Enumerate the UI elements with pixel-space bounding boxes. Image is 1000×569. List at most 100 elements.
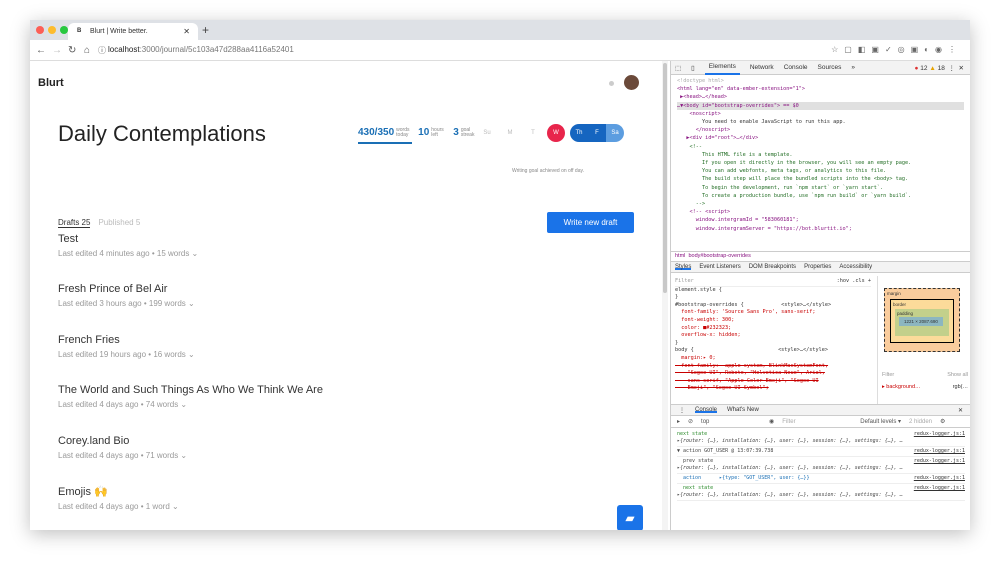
log-entry[interactable]: redux-logger.js:1 next state ▸{router: {……	[677, 484, 965, 501]
levels-dropdown[interactable]: Default levels ▾	[860, 418, 901, 425]
dom-node-line[interactable]: ▶<head>…</head>	[677, 93, 964, 101]
tab-sources[interactable]: Sources	[818, 64, 842, 71]
log-source-link[interactable]: redux-logger.js:1	[914, 485, 965, 492]
draft-title[interactable]: Corey.land Bio	[58, 435, 187, 447]
crumb-body[interactable]: body#bootstrap-overrides	[688, 253, 750, 259]
draft-item[interactable]: Fresh Prince of Bel Air Last edited 3 hou…	[58, 283, 195, 308]
dom-node-line[interactable]: </noscript>	[677, 126, 964, 134]
eye-icon[interactable]: ◉	[769, 418, 774, 425]
more-tabs[interactable]: »	[851, 64, 855, 71]
log-entry[interactable]: redux-logger.js:1 action ▸{type: "GOT_US…	[677, 474, 965, 484]
dom-node-line[interactable]: window.intergramServer = "https://bot.bl…	[677, 225, 964, 233]
close-tab-icon[interactable]: ✕	[183, 27, 190, 36]
url-input[interactable]: localhost:3000/journal/5c103a47d288aa411…	[108, 45, 294, 54]
avatar[interactable]	[624, 75, 639, 90]
style-rule-line[interactable]: }	[675, 294, 871, 302]
dom-node-line[interactable]: <!doctype html>	[677, 77, 964, 85]
log-object[interactable]: ▸{router: {…}, installation: {…}, user: …	[677, 492, 965, 499]
tab-published[interactable]: Published 5	[98, 218, 140, 228]
draft-title[interactable]: Emojis 🙌	[58, 485, 179, 498]
elements-tree[interactable]: <!doctype html> <html lang="en" data-embe…	[671, 75, 970, 251]
dom-node-line[interactable]: <!-- <script>	[677, 208, 964, 216]
tab-drafts[interactable]: Drafts 25	[58, 218, 91, 228]
drawer-menu-icon[interactable]: ⋮	[679, 407, 685, 414]
log-source-link[interactable]: redux-logger.js:1	[914, 475, 965, 482]
tab-event-listeners[interactable]: Event Listeners	[699, 264, 740, 270]
minimize-window-button[interactable]	[48, 26, 56, 34]
tab-console[interactable]: Console	[784, 64, 808, 71]
reload-icon[interactable]: ↻	[68, 45, 76, 56]
style-rule-line[interactable]: margin:▸ 0;	[675, 355, 871, 363]
style-rule-line[interactable]: overflow-x: hidden;	[675, 332, 871, 340]
show-all-checkbox[interactable]: Show all	[947, 372, 968, 378]
log-entry[interactable]: redux-logger.js:1 prev state ▸{router: {……	[677, 457, 965, 474]
dom-node-line[interactable]: <!--	[677, 143, 964, 151]
style-rule-line[interactable]: #bootstrap-overrides { <style>…</style>	[675, 302, 871, 310]
dom-node-line[interactable]: …▼<body id="bootstrap-overrides"> == $0	[677, 101, 964, 110]
style-rule-line[interactable]: body { <style>…</style>	[675, 347, 871, 355]
tab-styles[interactable]: Styles	[675, 264, 692, 270]
crumb-html[interactable]: html	[675, 253, 685, 259]
draft-item[interactable]: French Fries Last edited 19 hours ago • 1…	[58, 334, 195, 359]
dom-node-line[interactable]: To create a production bundle, use `npm …	[677, 192, 964, 200]
dom-node-line[interactable]: If you open it directly in the browser, …	[677, 159, 964, 167]
tab-accessibility[interactable]: Accessibility	[839, 264, 872, 270]
draft-title[interactable]: Test	[58, 233, 198, 245]
sidebar-toggle-icon[interactable]: ▸	[677, 418, 680, 425]
draft-item[interactable]: The World and Such Things As Who We Thin…	[58, 384, 323, 409]
context-select[interactable]: top	[701, 419, 761, 425]
console-log[interactable]: redux-logger.js:1 next state ▸{router: {…}…	[671, 428, 970, 503]
page-scrollbar[interactable]	[662, 61, 668, 530]
close-window-button[interactable]	[36, 26, 44, 34]
tab-network[interactable]: Network	[750, 64, 774, 71]
console-filter-input[interactable]: Filter	[782, 419, 852, 425]
dom-node-line[interactable]: You need to enable JavaScript to run thi…	[677, 118, 964, 126]
dom-node-line[interactable]: <noscript>	[677, 110, 964, 118]
clear-console-icon[interactable]: ⊘	[688, 418, 693, 425]
log-source-link[interactable]: redux-logger.js:1	[914, 458, 965, 465]
dom-node-line[interactable]: -->	[677, 200, 964, 208]
new-tab-button[interactable]: +	[202, 23, 209, 37]
dom-node-line[interactable]: window.intergramId = "583060181";	[677, 216, 964, 224]
inspect-icon[interactable]: ⬚	[675, 64, 681, 72]
draft-title[interactable]: Fresh Prince of Bel Air	[58, 283, 195, 295]
home-icon[interactable]: ⌂	[84, 45, 90, 56]
style-rule-line[interactable]: "Segoe UI", Roboto, "Helvetica Neue", Ar…	[675, 370, 871, 378]
draft-title[interactable]: The World and Such Things As Who We Thin…	[58, 384, 323, 396]
app-logo[interactable]: Blurt	[38, 77, 64, 89]
log-object[interactable]: ▸{router: {…}, installation: {…}, user: …	[677, 465, 965, 472]
extension-icons[interactable]: ☆▢◧▣✓◎▣◐◉⋮	[831, 45, 962, 54]
computed-filter[interactable]: Filter	[882, 372, 894, 378]
log-source-link[interactable]: redux-logger.js:1	[914, 448, 965, 455]
styles-pane[interactable]: Filter:hov .cls + element.style {} #bootst…	[671, 276, 875, 404]
device-icon[interactable]: ▯	[691, 64, 695, 72]
tab-dom-breakpoints[interactable]: DOM Breakpoints	[749, 264, 796, 270]
log-entry[interactable]: redux-logger.js:1 next state ▸{router: {…}…	[677, 430, 965, 447]
dom-node-line[interactable]: To begin the development, run `npm start…	[677, 184, 964, 192]
styles-filter-input[interactable]: Filter	[675, 278, 694, 286]
draft-item[interactable]: Corey.land Bio Last edited 4 days ago • 7…	[58, 435, 187, 460]
tab-properties[interactable]: Properties	[804, 264, 831, 270]
style-rule-line[interactable]: font-weight: 300;	[675, 317, 871, 325]
browser-tab[interactable]: B Blurt | Write better. ✕	[68, 23, 198, 40]
issue-counts[interactable]: ● 12 ▲ 18 ⋮ ✕	[915, 64, 964, 72]
dom-node-line[interactable]: This HTML file is a template.	[677, 151, 964, 159]
draft-item[interactable]: Emojis 🙌 Last edited 4 days ago • 1 word …	[58, 485, 179, 511]
chat-button[interactable]: ▰	[617, 505, 643, 530]
tab-console-drawer[interactable]: Console	[695, 407, 718, 413]
style-rule-line[interactable]: font-family: -apple-system, BlinkMacSyst…	[675, 363, 871, 371]
forward-icon[interactable]: →	[52, 45, 62, 56]
style-rule-line[interactable]: element.style {	[675, 287, 871, 295]
style-rule-line[interactable]: sans-serif, "Apple Color Emoji", "Segoe …	[675, 378, 871, 386]
style-rule-line[interactable]: }	[675, 340, 871, 348]
draft-item[interactable]: Test Last edited 4 minutes ago • 15 words…	[58, 233, 198, 258]
dom-node-line[interactable]: The build step will place the bundled sc…	[677, 175, 964, 183]
maximize-window-button[interactable]	[60, 26, 68, 34]
write-new-draft-button[interactable]: Write new draft	[547, 212, 634, 233]
log-object[interactable]: ▸{router: {…}, installation: {…}, user: …	[677, 438, 965, 445]
dom-node-line[interactable]: <html lang="en" data-ember-extension="1"…	[677, 85, 964, 93]
computed-prop[interactable]: ▸ background…	[882, 384, 921, 390]
draft-title[interactable]: French Fries	[58, 334, 195, 346]
style-rule-line[interactable]: Emoji", "Segoe UI Symbol";	[675, 385, 871, 393]
back-icon[interactable]: ←	[36, 45, 46, 56]
